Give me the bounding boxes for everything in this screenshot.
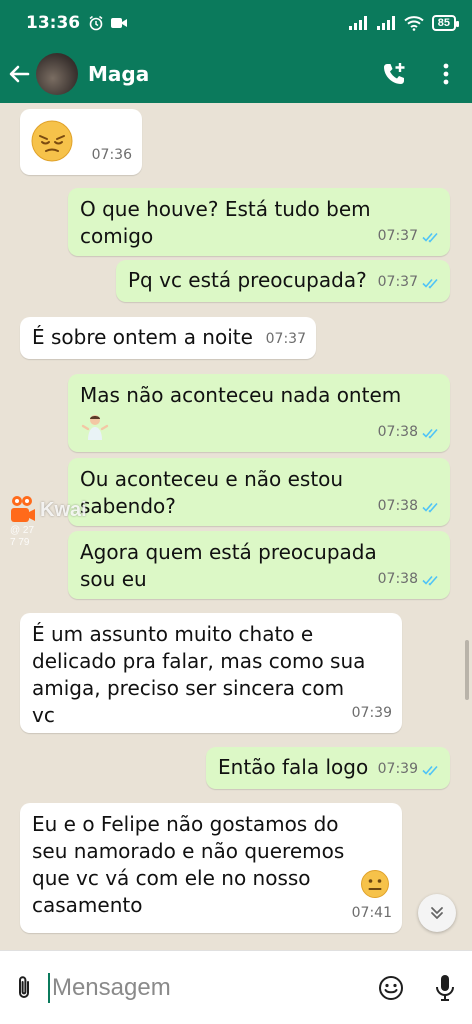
watermark: Kwai @ 27 7 79 bbox=[10, 495, 87, 549]
arrow-left-icon bbox=[9, 65, 30, 83]
double-check-icon bbox=[422, 232, 438, 243]
avatar[interactable] bbox=[36, 53, 78, 95]
contact-name[interactable]: Maga bbox=[88, 62, 149, 86]
message-outgoing[interactable]: O que houve? Está tudo bem comigo 07:37 bbox=[68, 188, 450, 256]
message-text: É sobre ontem a noite bbox=[32, 325, 253, 349]
emoji-button[interactable] bbox=[364, 951, 418, 1024]
message-outgoing[interactable]: Agora quem está preocupada sou eu 07:38 bbox=[68, 531, 450, 599]
message-incoming[interactable]: 07:36 bbox=[20, 109, 142, 175]
message-time: 07:36 bbox=[91, 147, 132, 163]
message-text: Mas não aconteceu nada ontem bbox=[80, 383, 402, 407]
person-shrugging-emoji-icon bbox=[81, 415, 109, 440]
message-outgoing[interactable]: Mas não aconteceu nada ontem 07:38 bbox=[68, 374, 450, 452]
kwai-logo-icon bbox=[11, 496, 35, 522]
add-call-button[interactable] bbox=[368, 45, 420, 103]
signal-icon-2 bbox=[376, 15, 395, 30]
battery-indicator: 85 bbox=[431, 14, 460, 31]
phone-plus-icon bbox=[384, 63, 405, 84]
double-check-icon bbox=[422, 278, 438, 289]
message-text: É um assunto muito chato e delicado pra … bbox=[32, 622, 366, 727]
wifi-icon bbox=[404, 15, 424, 31]
status-bar: 13:36 85 bbox=[0, 0, 472, 45]
smiley-icon bbox=[379, 975, 403, 1000]
message-outgoing[interactable]: Pq vc está preocupada? 07:37 bbox=[116, 260, 450, 302]
scrollbar[interactable] bbox=[465, 640, 469, 700]
watermark-line-2: 7 79 bbox=[10, 537, 30, 548]
neutral-face-emoji-icon bbox=[361, 870, 389, 898]
message-time: 07:39 bbox=[351, 705, 392, 721]
message-incoming[interactable]: É um assunto muito chato e delicado pra … bbox=[20, 613, 402, 733]
more-options-button[interactable] bbox=[420, 45, 472, 103]
chat-header: Maga bbox=[0, 45, 472, 103]
message-input[interactable] bbox=[51, 973, 364, 1002]
message-outgoing[interactable]: Ou aconteceu e não estou sabendo? 07:38 bbox=[68, 458, 450, 526]
attach-button[interactable] bbox=[0, 951, 48, 1024]
watermark-brand: Kwai bbox=[40, 498, 87, 521]
status-time: 13:36 bbox=[26, 12, 81, 33]
pensive-emoji-icon bbox=[31, 120, 73, 162]
text-caret bbox=[48, 972, 50, 1003]
double-check-icon bbox=[422, 765, 438, 776]
double-check-icon bbox=[422, 502, 438, 513]
message-composer bbox=[0, 950, 472, 1024]
double-check-icon bbox=[422, 575, 438, 586]
paperclip-icon bbox=[19, 975, 29, 998]
watermark-line-1: @ 27 bbox=[10, 525, 35, 536]
alarm-icon bbox=[89, 15, 103, 30]
scroll-to-bottom-button[interactable] bbox=[418, 894, 456, 932]
message-text: Eu e o Felipe não gostamos do seu namora… bbox=[32, 812, 345, 917]
voice-record-button[interactable] bbox=[418, 951, 472, 1024]
message-input-wrapper[interactable] bbox=[48, 968, 364, 1008]
double-chevron-down-icon bbox=[431, 907, 443, 919]
status-right-icons: 85 bbox=[348, 14, 460, 31]
message-time: 07:37 bbox=[377, 228, 418, 244]
message-time: 07:39 bbox=[377, 761, 418, 777]
status-left-icons bbox=[88, 15, 128, 31]
message-time: 07:38 bbox=[377, 424, 418, 440]
message-incoming[interactable]: É sobre ontem a noite 07:37 bbox=[20, 317, 316, 359]
message-incoming[interactable]: Eu e o Felipe não gostamos do seu namora… bbox=[20, 803, 402, 933]
signal-icon bbox=[348, 15, 367, 30]
video-record-icon bbox=[111, 17, 128, 28]
back-button[interactable] bbox=[2, 45, 36, 103]
message-time: 07:41 bbox=[351, 905, 392, 921]
message-time: 07:38 bbox=[377, 571, 418, 587]
double-check-icon bbox=[422, 428, 438, 439]
message-time: 07:37 bbox=[377, 274, 418, 290]
message-time: 07:37 bbox=[265, 331, 306, 347]
more-vertical-icon bbox=[443, 63, 449, 85]
message-time: 07:38 bbox=[377, 498, 418, 514]
microphone-icon bbox=[436, 974, 454, 1001]
message-outgoing[interactable]: Então fala logo 07:39 bbox=[206, 747, 450, 789]
